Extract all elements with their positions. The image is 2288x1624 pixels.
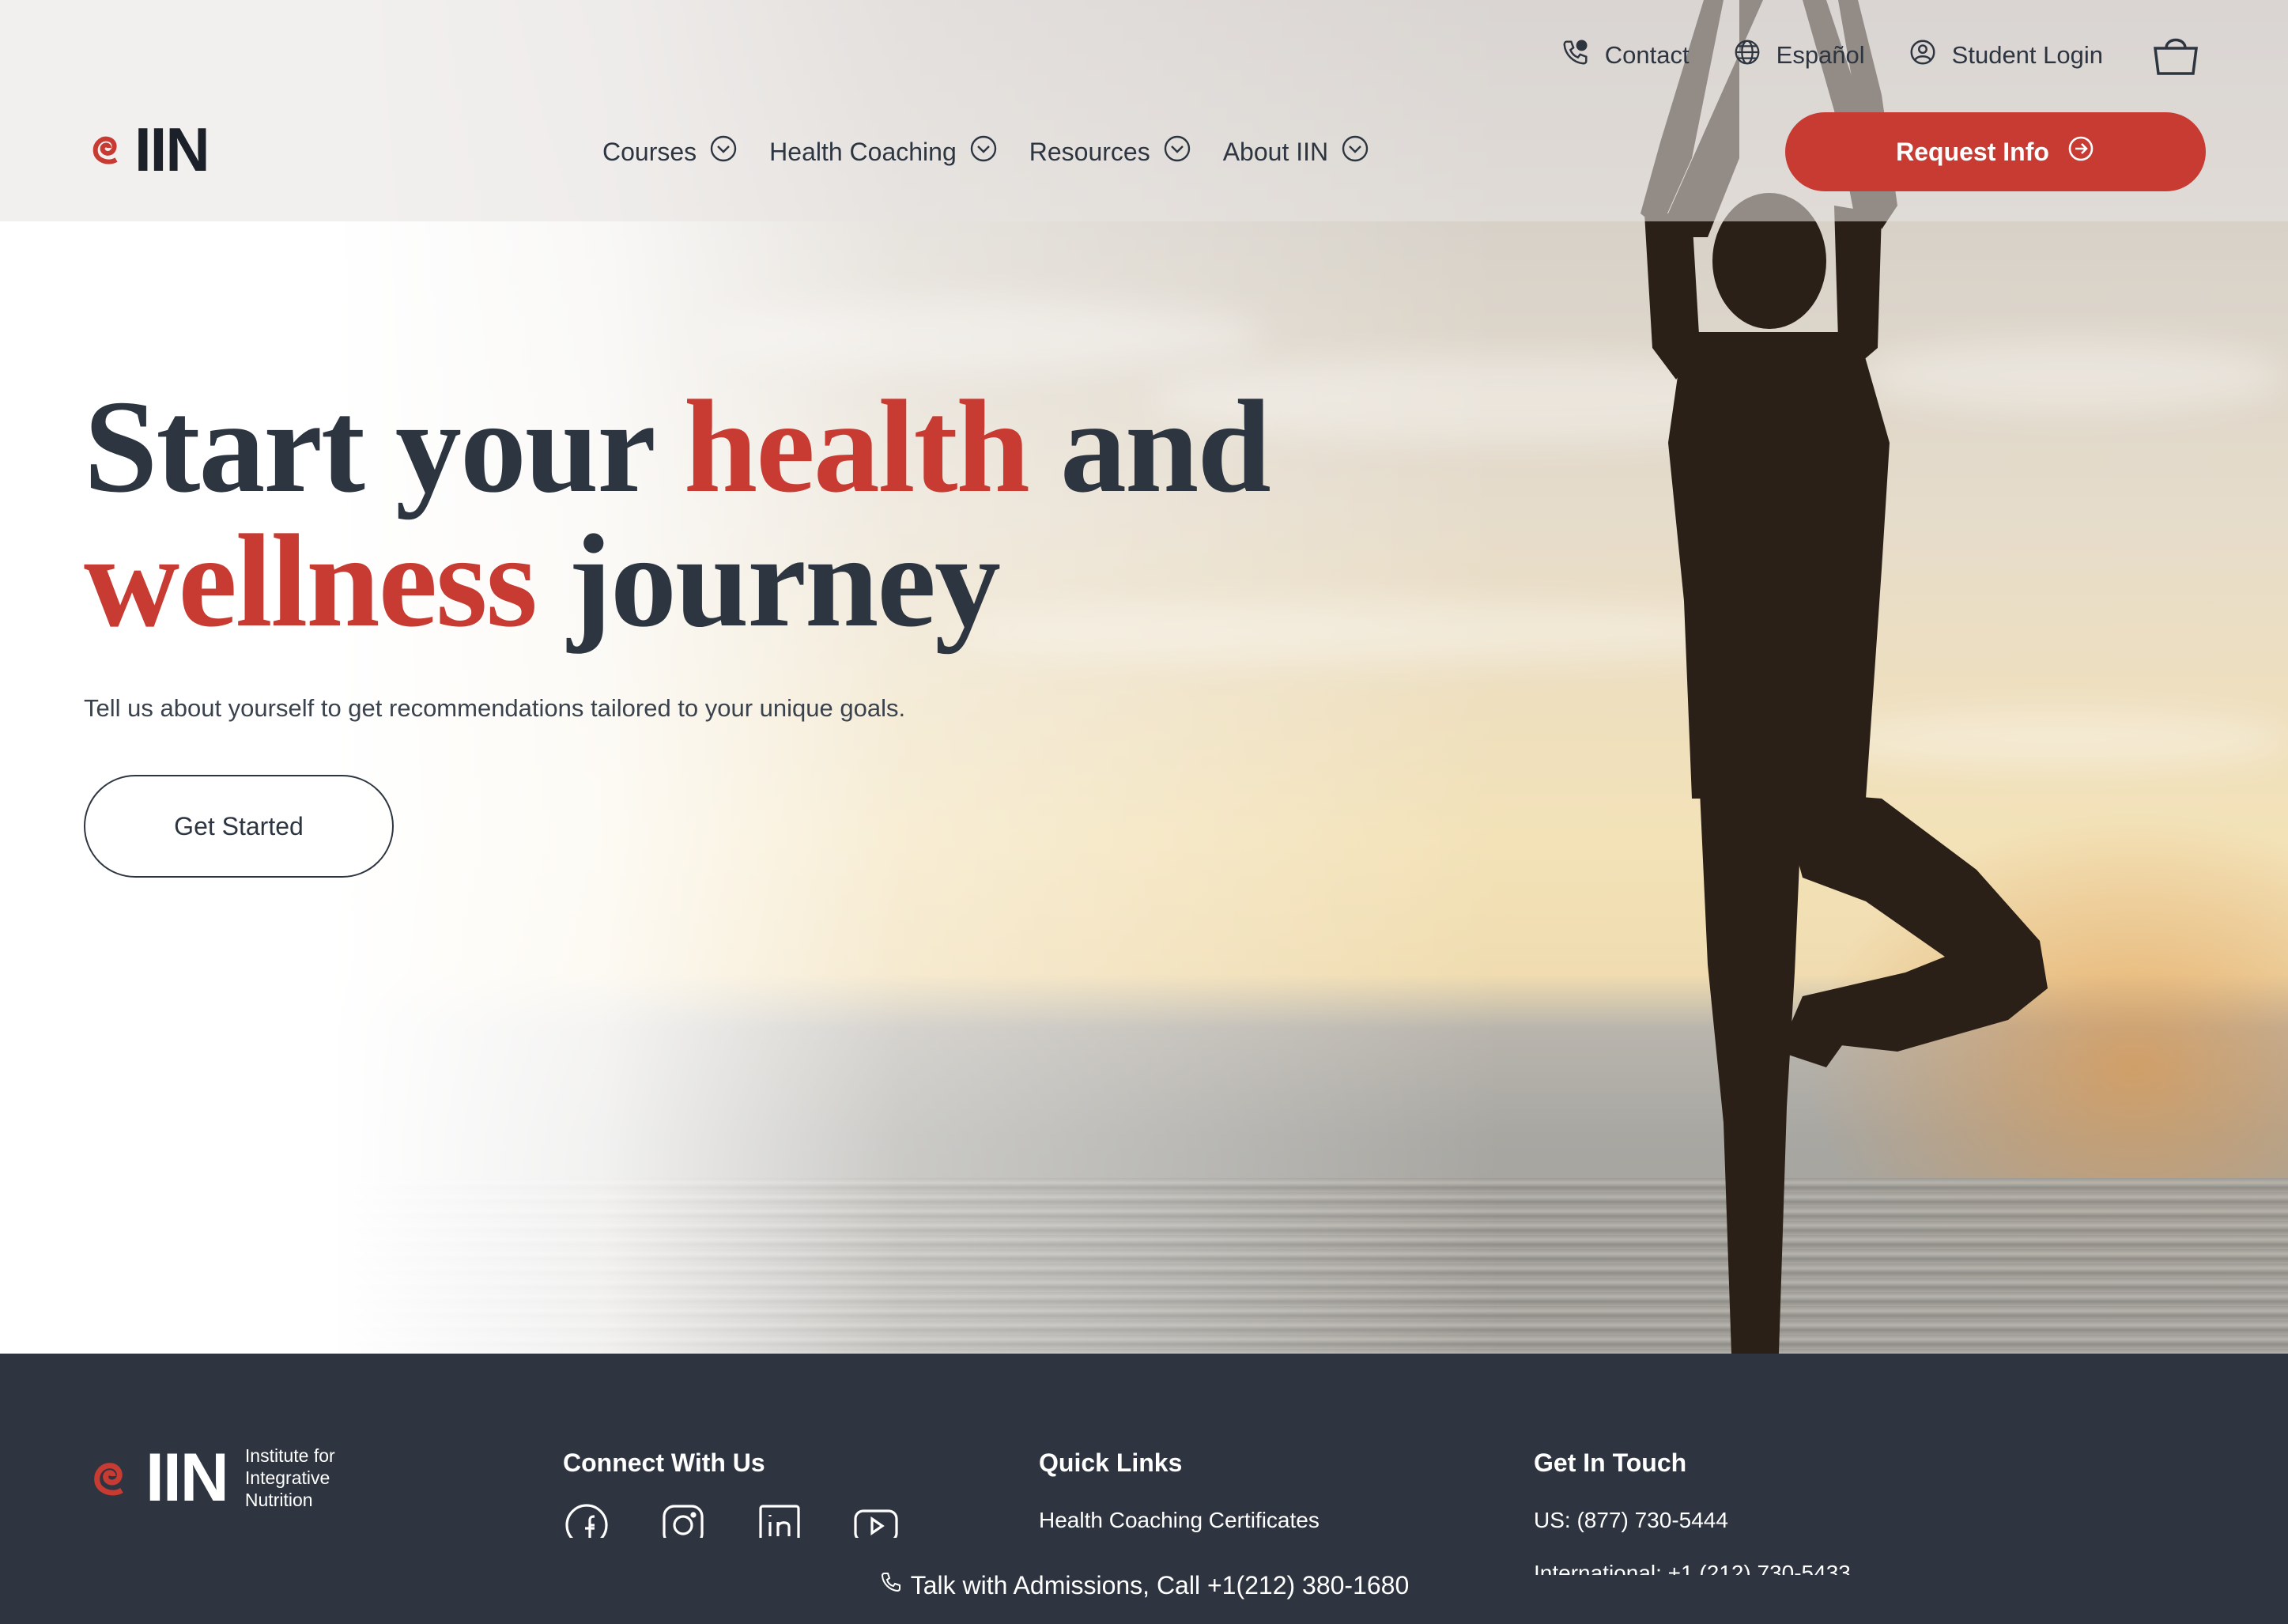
language-label: Español <box>1776 41 1865 69</box>
contact-link[interactable]: Contact <box>1561 37 1690 74</box>
headline-text: and <box>1028 373 1271 520</box>
quick-links-column: Quick Links Health Coaching Certificates <box>1039 1448 1320 1533</box>
tagline-line: Integrative <box>244 1467 330 1488</box>
footer-logo[interactable]: IIN Institute for Integrative Nutrition <box>84 1444 335 1512</box>
globe-icon <box>1732 37 1762 74</box>
utility-bar: Contact Español Student Login <box>1518 32 2199 79</box>
admissions-label: Talk with Admissions, Call +1(212) 380-1… <box>910 1570 1410 1599</box>
social-links <box>563 1501 900 1538</box>
nav-label: Resources <box>1029 137 1150 166</box>
linkedin-icon[interactable] <box>756 1501 803 1538</box>
tagline-line: Nutrition <box>244 1490 313 1510</box>
nav-label: About IIN <box>1222 137 1329 166</box>
hero-subline: Tell us about yourself to get recommenda… <box>84 694 906 722</box>
iin-logo[interactable]: IIN <box>84 115 210 184</box>
request-info-button[interactable]: Request Info <box>1785 112 2206 191</box>
contact-heading: Get In Touch <box>1534 1448 1687 1477</box>
get-started-button[interactable]: Get Started <box>84 775 394 878</box>
language-link[interactable]: Español <box>1732 37 1865 74</box>
chevron-down-icon <box>969 134 998 169</box>
phone-chat-icon <box>1561 37 1591 74</box>
connect-column: Connect With Us <box>563 1448 900 1538</box>
student-login-link[interactable]: Student Login <box>1908 37 2103 74</box>
user-circle-icon <box>1908 37 1938 74</box>
nav-item-about-iin[interactable]: About IIN <box>1223 134 1369 169</box>
nav-label: Courses <box>602 137 697 166</box>
quick-links-heading: Quick Links <box>1039 1448 1183 1477</box>
spiral-logo-icon <box>84 124 131 176</box>
connect-heading: Connect With Us <box>563 1448 765 1477</box>
footer-logo-wordmark: IIN <box>145 1440 229 1516</box>
youtube-icon[interactable] <box>852 1501 900 1538</box>
contact-column: Get In Touch US: (877) 730-5444 <box>1534 1448 1728 1533</box>
chevron-down-icon <box>1163 134 1191 169</box>
site-header: Contact Español Student Login IIN Course… <box>0 0 2288 221</box>
tagline-line: Institute for <box>244 1445 335 1466</box>
headline-accent: wellness <box>84 508 538 655</box>
nav-label: Health Coaching <box>769 137 957 166</box>
phone-icon <box>879 1570 903 1600</box>
contact-phone-us[interactable]: US: (877) 730-5444 <box>1534 1508 1728 1533</box>
nav-item-resources[interactable]: Resources <box>1029 134 1191 169</box>
facebook-icon[interactable] <box>563 1501 610 1538</box>
admissions-bar[interactable]: Talk with Admissions, Call +1(212) 380-1… <box>0 1570 2288 1600</box>
spiral-logo-icon <box>84 1448 139 1508</box>
headline-text: Start your <box>84 373 684 520</box>
logo-wordmark: IIN <box>134 115 210 184</box>
chevron-down-icon <box>709 134 738 169</box>
shopping-bag-icon[interactable] <box>2152 34 2199 77</box>
nav-item-health-coaching[interactable]: Health Coaching <box>769 134 998 169</box>
footer-logo-tagline: Institute for Integrative Nutrition <box>245 1445 335 1511</box>
chevron-down-icon <box>1341 134 1369 169</box>
student-login-label: Student Login <box>1951 41 2103 69</box>
instagram-icon[interactable] <box>659 1501 707 1538</box>
headline-text: journey <box>536 508 1001 655</box>
quick-link-health-coaching-certificates[interactable]: Health Coaching Certificates <box>1039 1508 1320 1533</box>
main-nav: Courses Health Coaching Resources About … <box>602 134 1369 169</box>
contact-label: Contact <box>1604 41 1690 69</box>
request-info-label: Request Info <box>1896 137 2049 166</box>
hero-headline: Start your health and wellness journey <box>84 380 1271 648</box>
headline-accent: health <box>683 373 1030 520</box>
nav-item-courses[interactable]: Courses <box>602 134 738 169</box>
arrow-circle-right-icon <box>2067 134 2095 169</box>
